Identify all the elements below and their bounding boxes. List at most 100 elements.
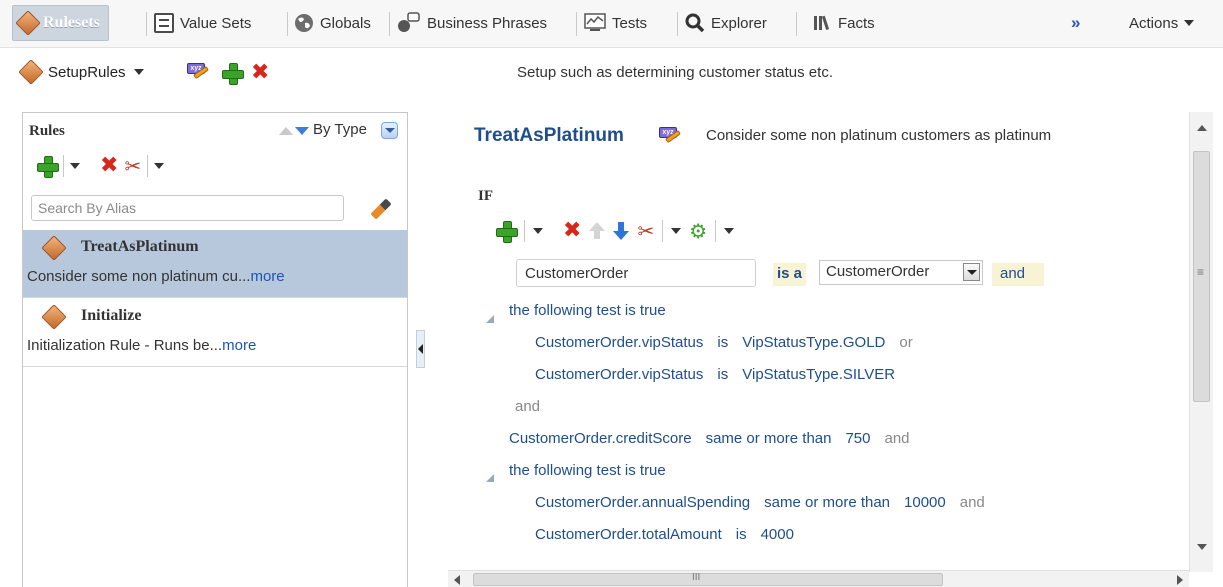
delete-condition-icon[interactable]: ✖ (563, 220, 581, 242)
search-icon (685, 13, 705, 33)
condition-row[interactable]: CustomerOrder.creditScore same or more th… (509, 430, 910, 447)
toolbar-divider (63, 155, 64, 177)
tab-divider (389, 12, 390, 36)
tab-explorer[interactable]: Explorer (685, 5, 767, 41)
value-sets-icon (154, 13, 174, 33)
condition-group-label[interactable]: the following test is true (509, 302, 666, 319)
tab-value-sets[interactable]: Value Sets (154, 5, 251, 41)
rule-list-item[interactable]: TreatAsPlatinum Consider some non platin… (23, 230, 407, 298)
rule-list-item[interactable]: Initialize Initialization Rule - Runs be… (23, 299, 407, 367)
delete-icon[interactable]: ✖ (251, 62, 269, 84)
fact-type-select[interactable]: CustomerOrder (819, 260, 983, 285)
tab-explorer-label: Explorer (711, 14, 767, 32)
tab-divider (576, 12, 577, 36)
move-down-icon[interactable] (613, 222, 630, 240)
tab-divider (287, 12, 288, 36)
sort-by-label: By Type (313, 121, 367, 138)
group-logic-operator[interactable]: and (515, 398, 540, 415)
condition-row[interactable]: CustomerOrder.totalAmount is 4000 (535, 526, 794, 543)
sort-descending-icon[interactable] (295, 127, 309, 135)
delete-rule-icon[interactable]: ✖ (100, 155, 118, 177)
sort-by-dropdown[interactable] (381, 122, 398, 139)
cut-icon[interactable]: ✂ (124, 156, 141, 176)
tab-rulesets[interactable]: Rulesets (12, 5, 109, 41)
tab-tests-label: Tests (612, 14, 648, 32)
chevron-down-icon[interactable] (70, 163, 80, 169)
expand-triangle-icon[interactable] (486, 474, 494, 482)
tab-value-sets-label: Value Sets (180, 14, 252, 32)
more-link[interactable]: more (250, 268, 284, 285)
toolbar-divider (715, 220, 717, 242)
scroll-up-icon[interactable] (1197, 125, 1207, 131)
condition-row[interactable]: CustomerOrder.vipStatus is VipStatusType.S… (535, 366, 895, 383)
facts-icon (814, 15, 830, 30)
scroll-down-icon[interactable] (1197, 544, 1207, 550)
scroll-thumb[interactable] (1193, 151, 1210, 402)
condition-group-label[interactable]: the following test is true (509, 462, 666, 479)
tab-business-phrases[interactable]: Business Phrases (397, 5, 547, 41)
condition-row[interactable]: CustomerOrder.annualSpending same or more… (535, 494, 985, 511)
is-a-keyword[interactable]: is a (773, 263, 807, 286)
search-input[interactable] (31, 195, 344, 221)
toolbar-divider (147, 155, 149, 177)
rule-gem-icon (41, 235, 67, 261)
tab-rulesets-label: Rulesets (43, 14, 100, 31)
add-icon[interactable] (222, 63, 244, 85)
fact-type-value: CustomerOrder (826, 263, 930, 280)
actions-menu[interactable]: Actions (1129, 5, 1195, 41)
move-up-icon[interactable] (589, 222, 606, 240)
toolbar-divider (524, 220, 525, 242)
add-condition-icon[interactable] (496, 221, 518, 243)
sort-ascending-icon[interactable] (279, 127, 293, 135)
edit-rule-icon[interactable]: xyz (659, 127, 681, 145)
rule-item-description: Consider some non platinum cu...more (27, 268, 285, 285)
ruleset-name: SetupRules (48, 63, 126, 81)
expand-triangle-icon[interactable] (486, 315, 494, 323)
tab-facts-label: Facts (838, 14, 875, 32)
gear-icon[interactable]: ⚙ (689, 221, 707, 241)
fact-alias-field[interactable] (516, 259, 756, 287)
overflow-icon[interactable]: » (1071, 5, 1080, 41)
rules-panel: Rules By Type ✖ ✂ TreatAsPlatinum Consid… (22, 112, 408, 587)
tab-business-phrases-label: Business Phrases (427, 14, 548, 32)
chevron-down-icon[interactable] (724, 228, 735, 234)
edit-ruleset-icon[interactable]: xyz (187, 63, 209, 81)
rule-item-description: Initialization Rule - Runs be...more (27, 337, 257, 354)
chevron-down-icon[interactable] (154, 163, 165, 169)
tab-facts[interactable]: Facts (812, 5, 875, 41)
clear-search-icon[interactable] (369, 197, 391, 219)
collapse-panel-handle[interactable] (416, 330, 425, 368)
chevron-down-icon[interactable] (533, 228, 543, 234)
and-operator[interactable]: and (992, 263, 1044, 286)
tab-globals-label: Globals (320, 14, 371, 32)
add-rule-icon[interactable] (37, 156, 59, 178)
scroll-left-icon[interactable] (454, 575, 460, 585)
tab-globals[interactable]: Globals (294, 5, 371, 41)
vertical-scrollbar[interactable] (1189, 112, 1213, 572)
rules-toolbar: ✖ ✂ (37, 153, 165, 179)
tab-tests[interactable]: Tests (584, 5, 647, 41)
chevron-down-icon[interactable] (963, 263, 980, 281)
ruleset-gem-icon (15, 10, 41, 36)
scroll-right-icon[interactable] (1177, 575, 1183, 585)
rule-title: TreatAsPlatinum (474, 125, 624, 146)
scroll-thumb[interactable] (473, 572, 943, 586)
globe-icon (295, 14, 313, 32)
top-tab-bar: Rulesets Value Sets Globals Business Phr… (0, 0, 1223, 48)
chevron-down-icon (133, 69, 144, 75)
tab-divider (146, 12, 147, 36)
rule-item-name: Initialize (81, 307, 142, 324)
condition-row[interactable]: CustomerOrder.vipStatus is VipStatusType.G… (535, 334, 913, 351)
tab-divider (677, 12, 678, 36)
tab-divider (796, 12, 797, 36)
ruleset-menu[interactable]: SetupRules (18, 59, 144, 85)
horizontal-scrollbar[interactable] (448, 570, 1189, 587)
if-label: IF (478, 188, 493, 204)
ruleset-toolbar: SetupRules xyz ✖ Setup such as determini… (0, 48, 1223, 98)
chevron-down-icon[interactable] (671, 228, 682, 234)
rule-item-name: TreatAsPlatinum (81, 238, 199, 255)
more-link[interactable]: more (222, 337, 256, 354)
toolbar-divider (662, 220, 664, 242)
actions-label: Actions (1129, 14, 1179, 32)
cut-icon[interactable]: ✂ (637, 221, 654, 241)
